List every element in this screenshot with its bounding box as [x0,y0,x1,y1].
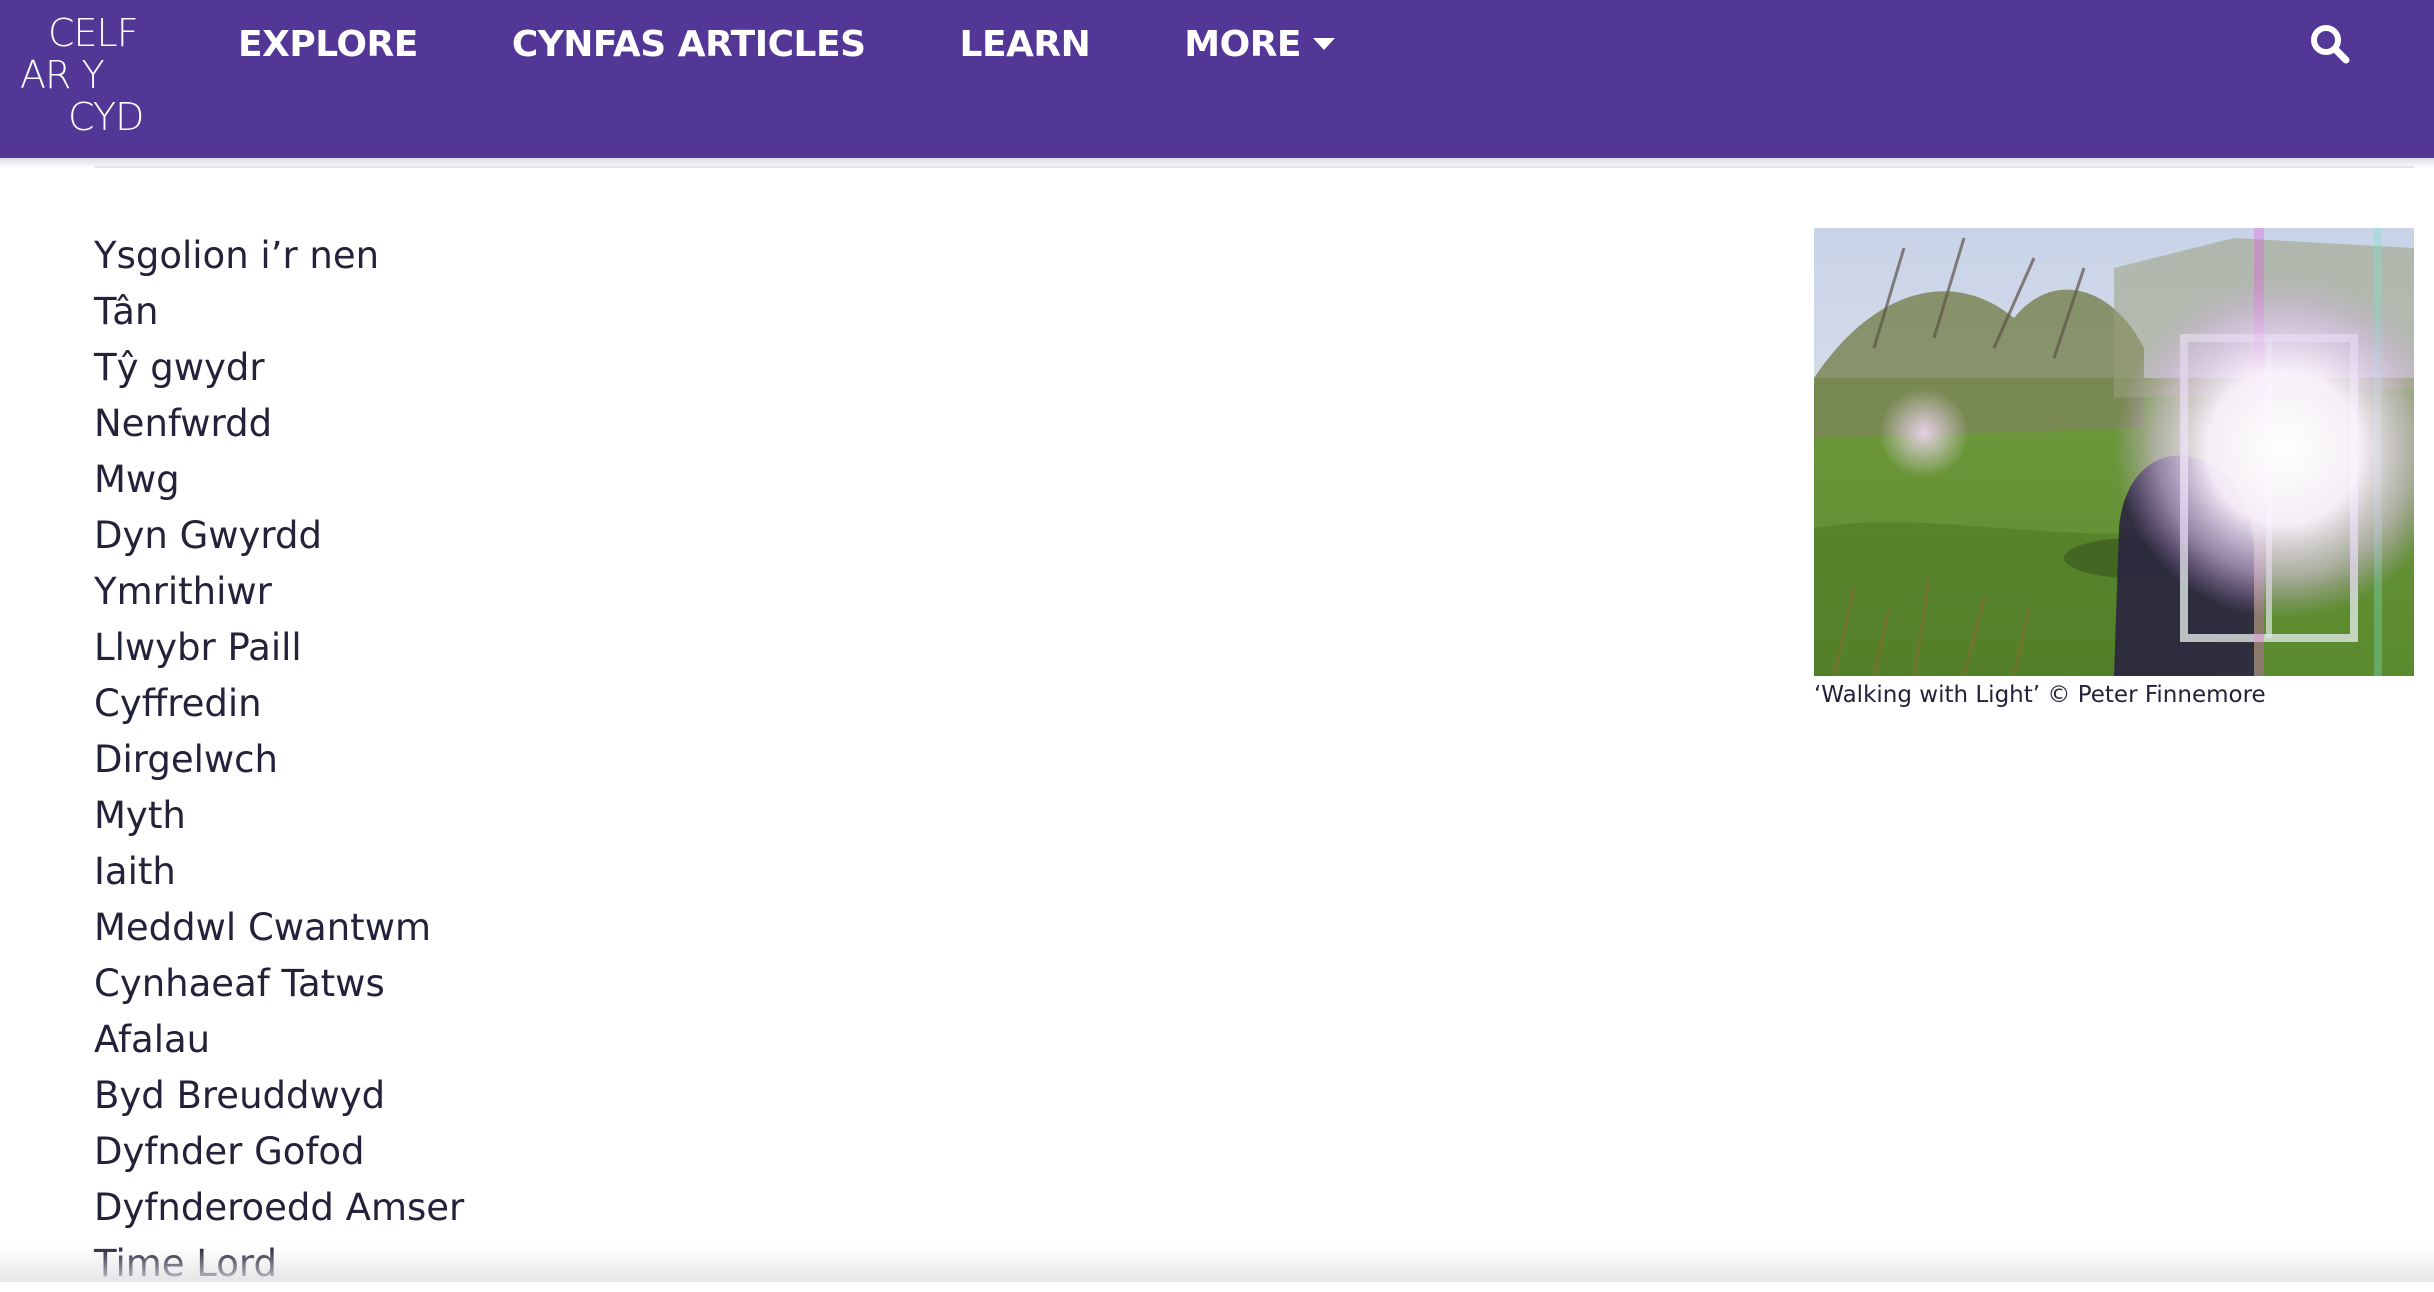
list-item: Nenfwrdd [94,396,464,452]
list-item: Ymrithiwr [94,564,464,620]
list-item: Dyfnder Gofod [94,1124,464,1180]
list-item: Llwybr Paill [94,620,464,676]
nav-learn-label: LEARN [960,24,1091,65]
list-item: Byd Breuddwyd [94,1068,464,1124]
logo-line-3: CYD [20,96,150,138]
list-item: Cynhaeaf Tatws [94,956,464,1012]
nav-more-dropdown[interactable]: MORE [1184,24,1335,65]
nav-explore[interactable]: EXPLORE [238,24,418,65]
list-item: Myth [94,788,464,844]
nav-cynfas-articles[interactable]: CYNFAS ARTICLES [512,24,866,65]
top-navigation-bar: CELF AR Y CYD EXPLORE CYNFAS ARTICLES LE… [0,0,2434,158]
list-item: Mwg [94,452,464,508]
logo-line-2: AR Y [20,54,150,96]
nav-more-label: MORE [1184,24,1301,65]
nav-cynfas-articles-label: CYNFAS ARTICLES [512,24,866,65]
list-item: Dyn Gwyrdd [94,508,464,564]
list-item: Meddwl Cwantwm [94,900,464,956]
search-button[interactable] [2306,20,2354,68]
chevron-down-icon [1313,38,1335,50]
list-item: Dyfnderoedd Amser [94,1180,464,1236]
site-logo[interactable]: CELF AR Y CYD [20,12,150,138]
list-item: Tân [94,284,464,340]
bottom-fade [0,1246,2434,1282]
word-list: Ysgolion i’r nen Tân Tŷ gwydr Nenfwrdd M… [94,228,464,1292]
logo-line-1: CELF [20,12,150,54]
search-icon [2306,20,2354,68]
divider [94,166,2414,168]
nav-learn[interactable]: LEARN [960,24,1091,65]
list-item: Cyffredin [94,676,464,732]
artwork-figure: ‘Walking with Light’ © Peter Finnemore [1814,228,2414,710]
list-item: Afalau [94,1012,464,1068]
list-item: Tŷ gwydr [94,340,464,396]
artwork-caption: ‘Walking with Light’ © Peter Finnemore [1814,680,2414,710]
main-nav: EXPLORE CYNFAS ARTICLES LEARN MORE [238,18,1335,70]
list-item: Iaith [94,844,464,900]
list-item: Ysgolion i’r nen [94,228,464,284]
artwork-photo[interactable] [1814,228,2414,676]
list-item: Dirgelwch [94,732,464,788]
nav-explore-label: EXPLORE [238,24,418,65]
